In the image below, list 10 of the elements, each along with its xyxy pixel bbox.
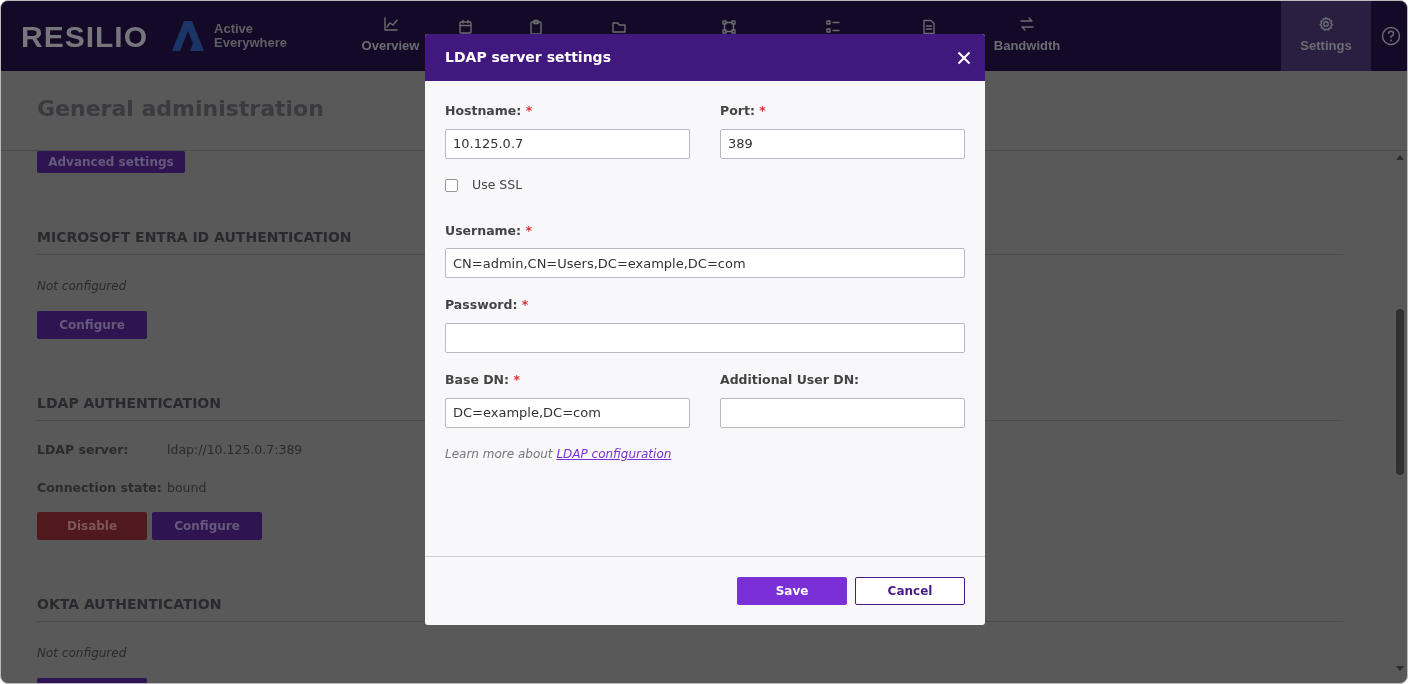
help-text: Learn more about LDAP configuration	[445, 445, 673, 463]
modal-title: LDAP server settings	[445, 48, 611, 67]
field-label: Password: *	[445, 296, 529, 315]
field-label: Hostname: *	[445, 102, 533, 120]
logo-text: RESILIO	[21, 18, 148, 55]
product-name: Active Everywhere	[214, 22, 287, 50]
checkbox-label: Use SSL	[472, 175, 523, 194]
field-label: Additional User DN:	[720, 371, 860, 389]
field-label: Base DN: *	[445, 371, 520, 389]
field-label: Port: *	[720, 102, 766, 120]
